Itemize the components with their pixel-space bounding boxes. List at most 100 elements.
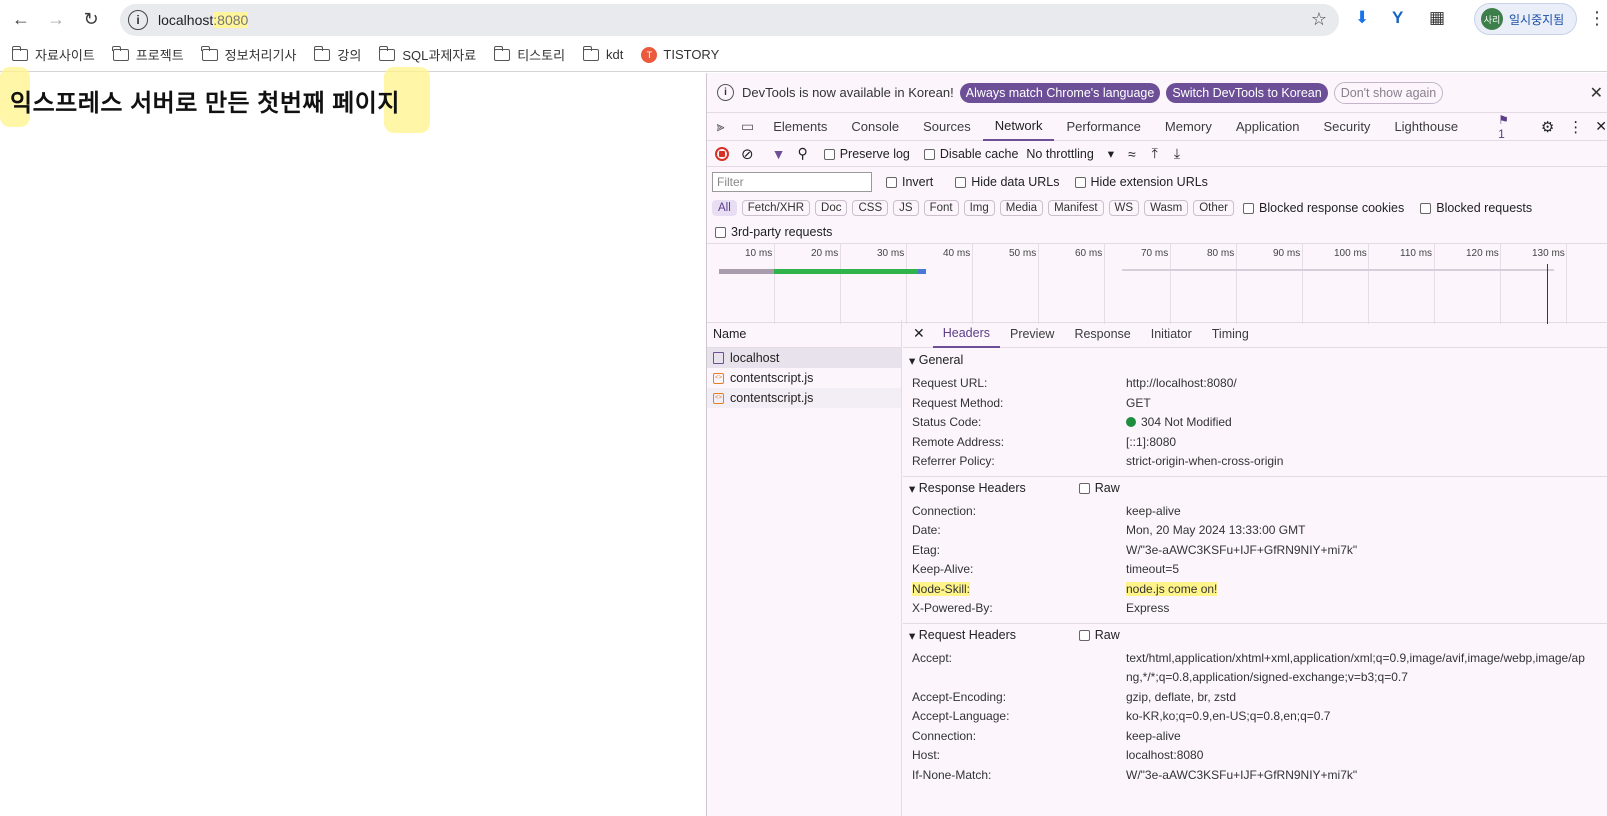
inspect-element-icon[interactable]: ⫸ <box>707 118 734 135</box>
third-party-checkbox[interactable]: 3rd-party requests <box>715 225 832 239</box>
blocked-cookies-checkbox[interactable]: Blocked response cookies <box>1243 201 1404 215</box>
settings-gear-icon[interactable]: ⚙ <box>1541 118 1554 136</box>
hide-data-urls-checkbox[interactable]: Hide data URLs <box>955 175 1060 189</box>
network-overview-timeline[interactable]: 10 ms 20 ms 30 ms 40 ms 50 ms 60 ms 70 m… <box>707 243 1607 324</box>
request-detail: ✕ Headers Preview Response Initiator Tim… <box>903 320 1607 816</box>
timeline-bar-ext <box>1122 269 1554 271</box>
chip-ws[interactable]: WS <box>1108 200 1140 216</box>
record-stop-icon[interactable] <box>715 146 729 161</box>
search-icon[interactable]: ⚲ <box>797 145 807 162</box>
tab-sources[interactable]: Sources <box>911 113 983 141</box>
tab-lighthouse[interactable]: Lighthouse <box>1382 113 1470 141</box>
tab-headers[interactable]: Headers <box>932 320 1000 348</box>
disable-cache-checkbox[interactable]: Disable cache <box>923 147 1018 161</box>
tab-network[interactable]: Network <box>982 113 1055 141</box>
header-row: Remote Address: [::1]:8080 <box>912 434 1177 449</box>
chip-all[interactable]: All <box>712 200 737 216</box>
export-har-icon[interactable]: ⤓ <box>1174 145 1180 162</box>
reload-button[interactable]: ↻ <box>74 2 108 36</box>
chip-js[interactable]: JS <box>893 200 919 216</box>
response-headers-section-header[interactable]: ▾ Response Headers Raw <box>903 475 1607 500</box>
request-row[interactable]: <> contentscript.js <box>707 368 901 388</box>
bookmark-star-icon[interactable]: ☆ <box>1311 9 1327 30</box>
bookmarks-bar: 자료사이트 프로젝트 정보처리기사 강의 SQL과제자료 티스토리 kdt TT… <box>0 38 1607 72</box>
devtools-menu-icon[interactable]: ⋮ <box>1568 118 1583 136</box>
tab-response[interactable]: Response <box>1064 320 1140 348</box>
preserve-log-checkbox[interactable]: Preserve log <box>823 147 910 161</box>
tab-performance[interactable]: Performance <box>1054 113 1152 141</box>
network-conditions-icon[interactable]: ≈ <box>1128 146 1136 162</box>
chip-manifest[interactable]: Manifest <box>1048 200 1104 216</box>
chip-doc[interactable]: Doc <box>815 200 848 216</box>
header-row: Etag: W/"3e-aAWC3KSFu+IJF+GfRN9NIY+mi7k" <box>912 542 1358 557</box>
general-section-header[interactable]: ▾ General <box>903 348 1607 372</box>
match-language-button[interactable]: Always match Chrome's language <box>959 82 1161 103</box>
tab-elements[interactable]: Elements <box>761 113 839 141</box>
profile-button[interactable]: 사리 일시중지됨 <box>1474 3 1577 35</box>
close-icon[interactable]: ✕ <box>1590 83 1603 103</box>
bookmark-folder[interactable]: SQL과제자료 <box>378 45 476 64</box>
request-headers-section-header[interactable]: ▾ Request Headers Raw <box>903 622 1607 647</box>
browser-menu-icon[interactable]: ⋮ <box>1588 8 1606 29</box>
invert-checkbox[interactable]: Invert <box>886 175 933 189</box>
issues-badge[interactable]: ⚑ 1 <box>1498 113 1517 141</box>
tick-label: 10 ms <box>745 248 773 259</box>
clear-icon[interactable]: ⊘ <box>741 145 754 163</box>
bookmark-folder[interactable]: 티스토리 <box>493 45 565 64</box>
raw-checkbox[interactable]: Raw <box>1078 481 1120 495</box>
throttling-select[interactable]: No throttling ▾ <box>1026 146 1114 161</box>
chip-fetch-xhr[interactable]: Fetch/XHR <box>741 200 811 216</box>
info-icon: i <box>717 84 734 101</box>
script-icon: <> <box>713 372 724 384</box>
close-detail-icon[interactable]: ✕ <box>903 325 933 342</box>
chip-img[interactable]: Img <box>963 200 995 216</box>
header-row: Connection: keep-alive <box>912 503 1181 518</box>
type-filter-row: All Fetch/XHR Doc CSS JS Font Img Media … <box>707 195 1607 221</box>
tick-label: 80 ms <box>1207 248 1235 259</box>
devtools-close-icon[interactable]: ✕ <box>1595 118 1607 135</box>
tab-security[interactable]: Security <box>1311 113 1382 141</box>
filter-funnel-icon[interactable]: ▼ <box>772 146 786 162</box>
header-row: Status Code: 304 Not Modified <box>912 415 1232 429</box>
tab-application[interactable]: Application <box>1224 113 1312 141</box>
timeline-bar-download <box>774 269 922 274</box>
extensions-puzzle-icon[interactable]: ▦ <box>1429 8 1445 28</box>
status-dot-icon <box>1126 417 1136 427</box>
back-button[interactable]: ← <box>4 2 38 36</box>
bookmark-folder[interactable]: 강의 <box>313 45 361 64</box>
header-row: Request URL: http://localhost:8080/ <box>912 376 1237 390</box>
bookmark-folder[interactable]: 정보처리기사 <box>201 45 296 64</box>
tab-console[interactable]: Console <box>839 113 911 141</box>
chip-media[interactable]: Media <box>999 200 1044 216</box>
url-text[interactable]: localhost:8080 <box>158 12 249 28</box>
request-row[interactable]: localhost <box>707 348 901 368</box>
tab-preview[interactable]: Preview <box>1000 320 1064 348</box>
bookmark-folder[interactable]: kdt <box>582 45 623 62</box>
download-icon[interactable]: ⬇ <box>1355 8 1369 28</box>
dont-show-button[interactable]: Don't show again <box>1333 81 1444 104</box>
chip-wasm[interactable]: Wasm <box>1144 200 1189 216</box>
tab-memory[interactable]: Memory <box>1153 113 1224 141</box>
blocked-requests-checkbox[interactable]: Blocked requests <box>1420 201 1532 215</box>
browser-toolbar: ← → ↻ i localhost:8080 ☆ ⬇ Y ▦ 사리 일시중지됨 … <box>0 0 1607 38</box>
chip-other[interactable]: Other <box>1193 200 1234 216</box>
request-row[interactable]: <> contentscript.js <box>707 388 901 408</box>
switch-language-button[interactable]: Switch DevTools to Korean <box>1166 82 1328 103</box>
site-info-icon[interactable]: i <box>128 10 148 30</box>
hide-extension-urls-checkbox[interactable]: Hide extension URLs <box>1074 175 1208 189</box>
bookmark-folder[interactable]: 프로젝트 <box>112 45 184 64</box>
bookmark-folder[interactable]: 자료사이트 <box>11 45 95 64</box>
bookmark-tistory[interactable]: T TISTORY <box>641 46 719 63</box>
forward-button[interactable]: → <box>39 2 73 36</box>
tab-initiator[interactable]: Initiator <box>1141 320 1202 348</box>
tab-timing[interactable]: Timing <box>1202 320 1259 348</box>
extension-icon[interactable]: Y <box>1392 8 1403 28</box>
import-har-icon[interactable]: ⤒ <box>1152 145 1158 162</box>
name-column-header[interactable]: Name <box>707 320 901 348</box>
filter-input[interactable]: Filter <box>712 172 872 192</box>
chip-font[interactable]: Font <box>923 200 959 216</box>
address-bar[interactable]: i localhost:8080 ☆ <box>120 4 1339 36</box>
chip-css[interactable]: CSS <box>852 200 889 216</box>
device-toolbar-icon[interactable]: ▭ <box>734 118 761 135</box>
raw-checkbox[interactable]: Raw <box>1078 628 1120 642</box>
